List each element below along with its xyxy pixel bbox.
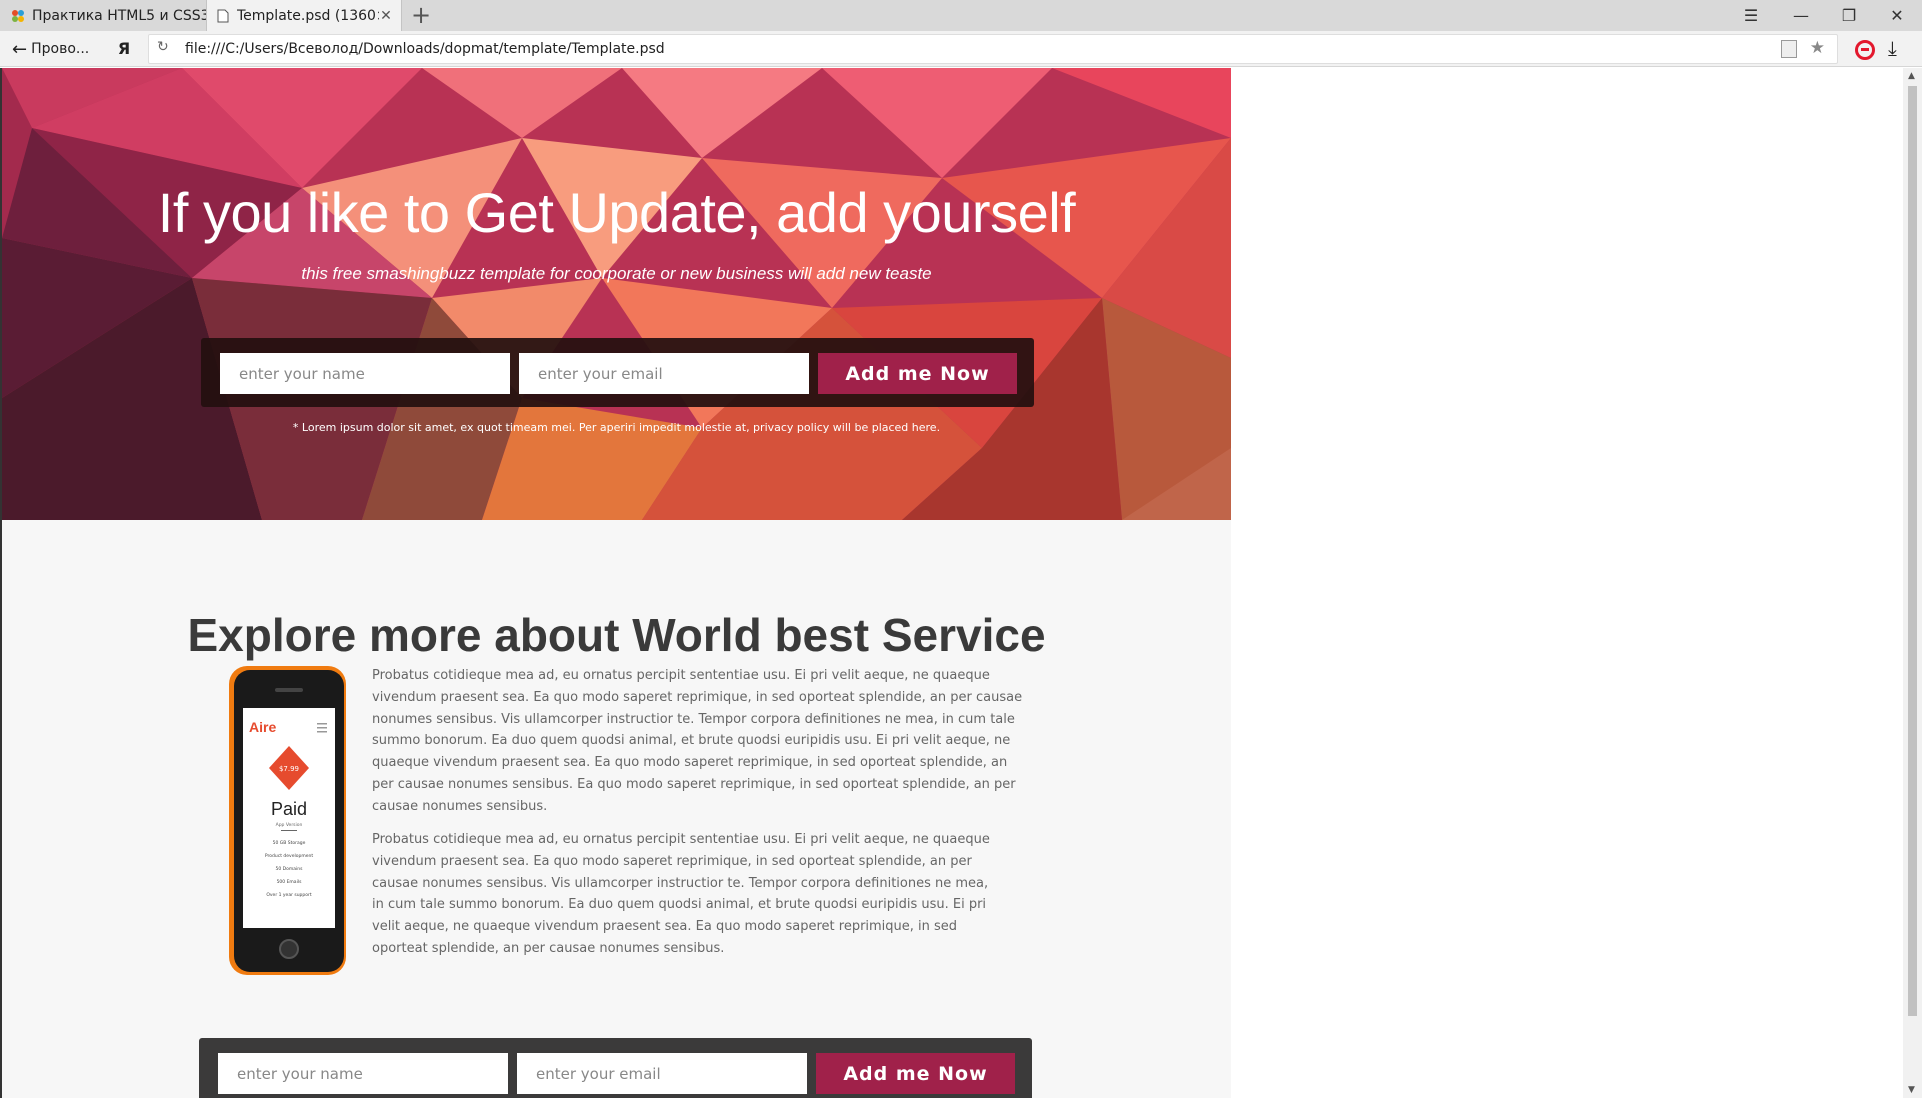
- signup-form-bottom: Add me Now: [199, 1038, 1032, 1098]
- phone-plan: Paid: [271, 799, 307, 819]
- description-paragraph: Probatus cotidieque mea ad, eu ornatus p…: [372, 832, 990, 956]
- back-label: Прово...: [31, 41, 90, 57]
- menu-icon[interactable]: ☰: [1728, 0, 1774, 31]
- phone-subtitle: App Version: [276, 822, 303, 828]
- yandex-button[interactable]: Я: [114, 37, 134, 61]
- scrollbar-thumb[interactable]: [1908, 86, 1917, 1016]
- back-arrow-icon: ←: [12, 38, 28, 60]
- hero-section: If you like to Get Update, add yourself …: [2, 68, 1231, 520]
- email-input[interactable]: [517, 1053, 807, 1094]
- site-favicon-icon: [10, 8, 26, 24]
- close-window-button[interactable]: ✕: [1874, 0, 1920, 31]
- hero-title: If you like to Get Update, add yourself: [157, 181, 1076, 244]
- add-me-now-button[interactable]: Add me Now: [818, 353, 1017, 394]
- section-title: Explore more about World best Service: [187, 609, 1046, 661]
- phone-feature: 50 Domains: [276, 866, 304, 872]
- protect-icon[interactable]: [1855, 40, 1875, 60]
- privacy-note: * Lorem ipsum dolor sit amet, ex quot ti…: [292, 421, 941, 434]
- phone-feature: Over 1 year support: [266, 892, 312, 898]
- restore-button[interactable]: ❐: [1826, 0, 1872, 31]
- scroll-down-icon[interactable]: ▼: [1908, 1085, 1915, 1095]
- page-viewport: If you like to Get Update, add yourself …: [0, 68, 1922, 1098]
- url-text: file:///C:/Users/Всеволод/Downloads/dopm…: [185, 41, 665, 57]
- phone-feature: Product development: [265, 853, 313, 859]
- tab-title: Практика HTML5 и CSS3: с: [32, 7, 206, 24]
- reader-mode-icon[interactable]: [1781, 40, 1797, 58]
- email-input[interactable]: [519, 353, 809, 394]
- phone-feature: 50 GB Storage: [273, 840, 306, 846]
- address-bar[interactable]: ↻ file:///C:/Users/Всеволод/Downloads/do…: [148, 34, 1838, 64]
- name-input[interactable]: [218, 1053, 508, 1094]
- back-button[interactable]: ← Прово...: [12, 37, 89, 61]
- description-paragraph: Probatus cotidieque mea ad, eu ornatus p…: [372, 668, 1023, 814]
- window-edge: [0, 68, 2, 1098]
- vertical-scrollbar[interactable]: ▲ ▼: [1903, 68, 1922, 1098]
- explore-section: Explore more about World best Service Ai…: [2, 520, 1231, 1098]
- phone-mockup-image: Aire $7.99 Paid App Version 50 GB Storag…: [229, 666, 346, 975]
- phone-brand: Aire: [249, 719, 276, 735]
- add-me-now-button[interactable]: Add me Now: [816, 1053, 1015, 1094]
- minimize-button[interactable]: —: [1778, 0, 1824, 31]
- close-tab-icon[interactable]: ✕: [379, 8, 393, 24]
- phone-feature: 500 Emails: [277, 879, 303, 885]
- signup-form: Add me Now: [201, 338, 1034, 407]
- hero-subtitle: this free smashingbuzz template for coor…: [301, 264, 932, 283]
- browser-tab-active[interactable]: Template.psd (1360×119 ✕: [206, 0, 402, 31]
- scroll-up-icon[interactable]: ▲: [1908, 71, 1915, 81]
- browser-toolbar: ← Прово... Я ↻ file:///C:/Users/Всеволод…: [0, 31, 1922, 67]
- tab-title: Template.psd (1360×119: [237, 7, 379, 24]
- name-input[interactable]: [220, 353, 510, 394]
- bookmark-star-icon[interactable]: ★: [1810, 38, 1825, 58]
- browser-tab[interactable]: Практика HTML5 и CSS3: с: [0, 0, 206, 31]
- download-icon[interactable]: ⤓: [1888, 36, 1897, 60]
- browser-tab-bar: Практика HTML5 и CSS3: с Template.psd (1…: [0, 0, 1922, 31]
- document-icon: [215, 8, 231, 24]
- reload-icon[interactable]: ↻: [157, 39, 169, 55]
- phone-price: $7.99: [279, 765, 299, 773]
- new-tab-button[interactable]: +: [408, 2, 434, 28]
- hero-polygon-background: [2, 68, 1231, 520]
